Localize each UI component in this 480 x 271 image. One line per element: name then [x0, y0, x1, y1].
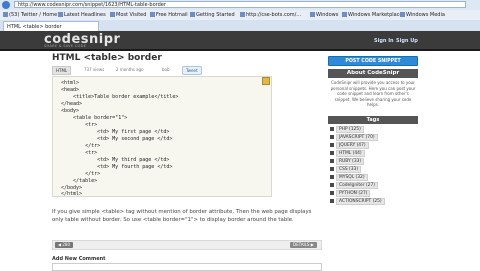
code-line: <td> My third page </td> [61, 157, 170, 163]
tag-item[interactable]: CodeIgniter (27) [328, 182, 378, 189]
details-button[interactable]: DETAILS ▶ [290, 242, 317, 248]
bookmark-item[interactable]: Windows [310, 10, 338, 20]
tag-item[interactable]: RUBY (33) [328, 158, 365, 165]
tag-item[interactable]: PHP (125) [328, 126, 364, 133]
snippet-meta: HTML 737 views 2 months ago bob Tweet [52, 66, 312, 75]
bookmark-item[interactable]: Windows Media [400, 10, 445, 20]
bookmark-item[interactable]: Latest Headlines [58, 10, 106, 20]
bookmark-item[interactable]: Free Hotmail [150, 10, 188, 20]
code-line: </html> [61, 191, 83, 197]
plus-icon [330, 182, 334, 187]
tag-item[interactable]: JQUERY (47) [328, 142, 369, 149]
bookmark-icon [190, 12, 195, 17]
page-title: HTML <table> border [52, 53, 162, 63]
tag-item[interactable]: CSS (33) [328, 166, 362, 173]
sign-up-link[interactable]: Sign Up [396, 38, 418, 44]
tag-item[interactable]: PYTHON (27) [328, 190, 371, 197]
views-count: 737 views [84, 67, 105, 72]
code-line: <td> My second page </td> [61, 136, 173, 142]
author-link[interactable]: bob [162, 66, 170, 74]
bookmark-item[interactable]: Windows Marketplace [342, 10, 403, 20]
bookmark-item[interactable]: http://cse-bots.com/... [240, 10, 301, 20]
bookmark-icon [240, 12, 245, 17]
bookmark-icon [3, 12, 8, 17]
plus-icon [330, 198, 334, 203]
code-line: <tr> [61, 150, 98, 156]
logo-tagline: SHARE & SAVE CODE [44, 44, 87, 48]
about-text: CodeSnipr will provide you access to you… [330, 80, 416, 108]
code-line: <body> [61, 108, 80, 114]
code-line: <tr> [61, 122, 98, 128]
back-icon[interactable] [2, 1, 10, 9]
url-input[interactable]: http://www.codesnipr.com/snippet/1623/HT… [14, 1, 466, 8]
plus-icon [330, 190, 334, 195]
code-block: <html> <head> <title>Table border exampl… [52, 76, 272, 197]
code-line: <head> [61, 87, 80, 93]
vote-count-button[interactable]: ◀ 280 [55, 242, 73, 248]
bookmark-item[interactable]: Getting Started [190, 10, 235, 20]
tag-item[interactable]: ACTIONSCRIPT (25) [328, 198, 385, 205]
plus-icon [330, 158, 334, 163]
time-ago: 2 months ago [116, 67, 144, 72]
code-line: <td> My fourth page </td> [61, 164, 173, 170]
tag-item[interactable]: JAVASCRIPT (70) [328, 134, 378, 141]
code-line: </tr> [61, 143, 101, 149]
browser-tab[interactable]: HTML <table> border [3, 21, 99, 31]
tag-item[interactable]: HTML (44) [328, 150, 365, 157]
plus-icon [330, 166, 334, 171]
snippet-description: If you give simple <table> tag without m… [52, 209, 312, 223]
code-line: </table> [61, 178, 98, 184]
plus-icon [330, 150, 334, 155]
tweet-button[interactable]: Tweet [182, 66, 202, 75]
bookmark-item[interactable]: (53) Twitter / Home [3, 10, 57, 20]
tag-item[interactable]: MYSQL (32) [328, 174, 368, 181]
bookmark-icon [110, 12, 115, 17]
plus-icon [330, 142, 334, 147]
add-comment-heading: Add New Comment [52, 256, 106, 262]
code-line: </tr> [61, 171, 101, 177]
site-header: codesnipr SHARE & SAVE CODE Sign In Sign… [0, 31, 480, 51]
bookmark-icon [400, 12, 405, 17]
copy-code-icon[interactable] [262, 77, 270, 85]
sign-in-link[interactable]: Sign In [374, 38, 394, 44]
code-line: </head> [61, 101, 83, 107]
bookmark-icon [310, 12, 315, 17]
bookmark-icon [342, 12, 347, 17]
plus-icon [330, 174, 334, 179]
code-line: <td> My first page </td> [61, 129, 170, 135]
code-line: <html> [61, 80, 80, 86]
code-line: <title>Table border example</title> [61, 94, 179, 100]
about-heading: About CodeSnipr [328, 69, 418, 78]
plus-icon [330, 126, 334, 131]
bookmark-item[interactable]: Most Visited [110, 10, 146, 20]
code-line: <table border="1"> [61, 115, 128, 121]
share-bar [52, 240, 322, 250]
plus-icon [330, 134, 334, 139]
tags-heading: Tags [328, 116, 418, 124]
bookmark-icon [150, 12, 155, 17]
post-snippet-button[interactable]: POST CODE SNIPPET [328, 56, 418, 66]
bookmark-icon [58, 12, 63, 17]
language-tag[interactable]: HTML [52, 66, 72, 75]
